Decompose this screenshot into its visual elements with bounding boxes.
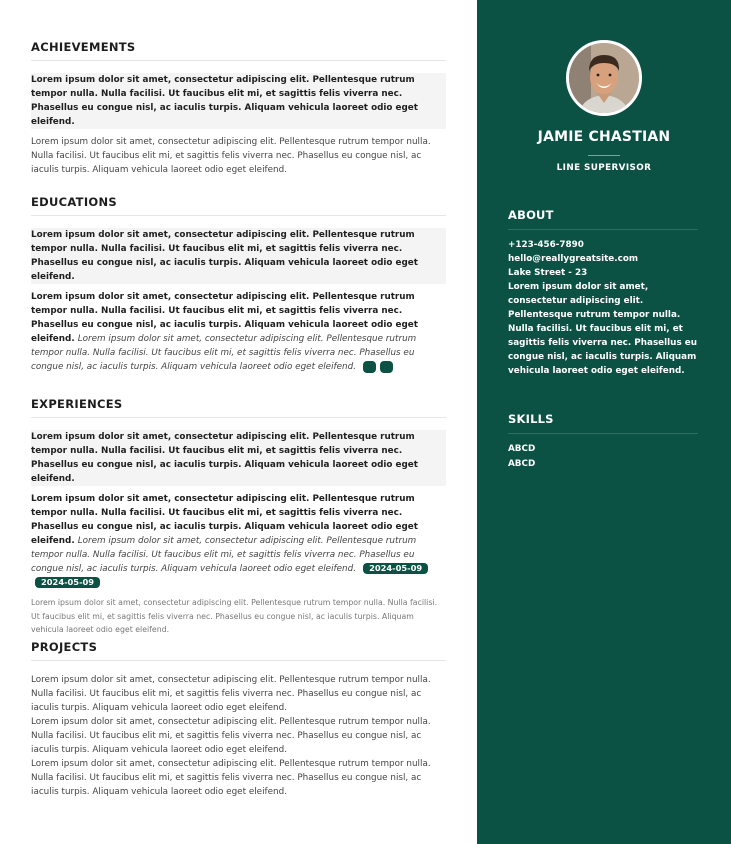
experience-entry: Lorem ipsum dolor sit amet, consectetur …: [31, 492, 446, 590]
skill-item: ABCD: [508, 444, 536, 454]
educations-section: EDUCATIONS Lorem ipsum dolor sit amet, c…: [31, 195, 446, 374]
educations-title: EDUCATIONS: [31, 195, 446, 216]
avatar: [569, 43, 639, 113]
name-divider: [588, 155, 620, 156]
experience-note: Lorem ipsum dolor sit amet, consectetur …: [31, 598, 438, 634]
achievements-title: ACHIEVEMENTS: [31, 40, 446, 61]
experience-date-end-badge: 2024-05-09: [35, 577, 101, 588]
projects-title: PROJECTS: [31, 640, 446, 661]
project-item: Lorem ipsum dolor sit amet, consectetur …: [31, 759, 431, 797]
experience-description: Lorem ipsum dolor sit amet, consectetur …: [31, 536, 417, 574]
phone-text: +123-456-7890: [508, 240, 584, 250]
experience-heading: Lorem ipsum dolor sit amet, consectetur …: [31, 430, 446, 486]
about-text: Lorem ipsum dolor sit amet, consectetur …: [508, 282, 697, 376]
sidebar: JAMIE CHASTIAN LINE SUPERVISOR ABOUT +12…: [477, 0, 731, 844]
projects-section: PROJECTS Lorem ipsum dolor sit amet, con…: [31, 640, 446, 799]
education-date-end-badge: [380, 360, 394, 373]
resume-page: ACHIEVEMENTS Lorem ipsum dolor sit amet,…: [0, 0, 731, 844]
skills-section: SKILLS ABCD ABCD: [508, 412, 698, 472]
avatar-frame: [566, 40, 642, 116]
education-date-start-badge: [363, 360, 377, 373]
project-item: Lorem ipsum dolor sit amet, consectetur …: [31, 675, 431, 713]
project-item: Lorem ipsum dolor sit amet, consectetur …: [31, 717, 431, 755]
skills-title: SKILLS: [508, 412, 698, 434]
profile-role: LINE SUPERVISOR: [556, 163, 652, 173]
achievements-section: ACHIEVEMENTS Lorem ipsum dolor sit amet,…: [31, 40, 446, 177]
profile-name: JAMIE CHASTIAN: [537, 129, 671, 145]
education-entry: Lorem ipsum dolor sit amet, consectetur …: [31, 290, 446, 374]
experiences-title: EXPERIENCES: [31, 397, 446, 418]
email-text: hello@reallygreatsite.com: [508, 254, 639, 264]
profile-photo-icon: [569, 43, 639, 113]
education-description: Lorem ipsum dolor sit amet, consectetur …: [31, 334, 417, 372]
about-section: ABOUT +123-456-7890 hello@reallygreatsit…: [508, 208, 698, 378]
achievements-text: Lorem ipsum dolor sit amet, consectetur …: [31, 137, 431, 175]
skill-item: ABCD: [508, 459, 536, 469]
address-text: Lake Street - 23: [508, 268, 588, 278]
experiences-section: EXPERIENCES Lorem ipsum dolor sit amet, …: [31, 397, 446, 637]
achievements-bold-text: Lorem ipsum dolor sit amet, consectetur …: [31, 73, 446, 129]
education-heading: Lorem ipsum dolor sit amet, consectetur …: [31, 228, 446, 284]
experience-date-start-badge: 2024-05-09: [363, 563, 429, 574]
about-title: ABOUT: [508, 208, 698, 230]
main-column: ACHIEVEMENTS Lorem ipsum dolor sit amet,…: [0, 0, 477, 844]
